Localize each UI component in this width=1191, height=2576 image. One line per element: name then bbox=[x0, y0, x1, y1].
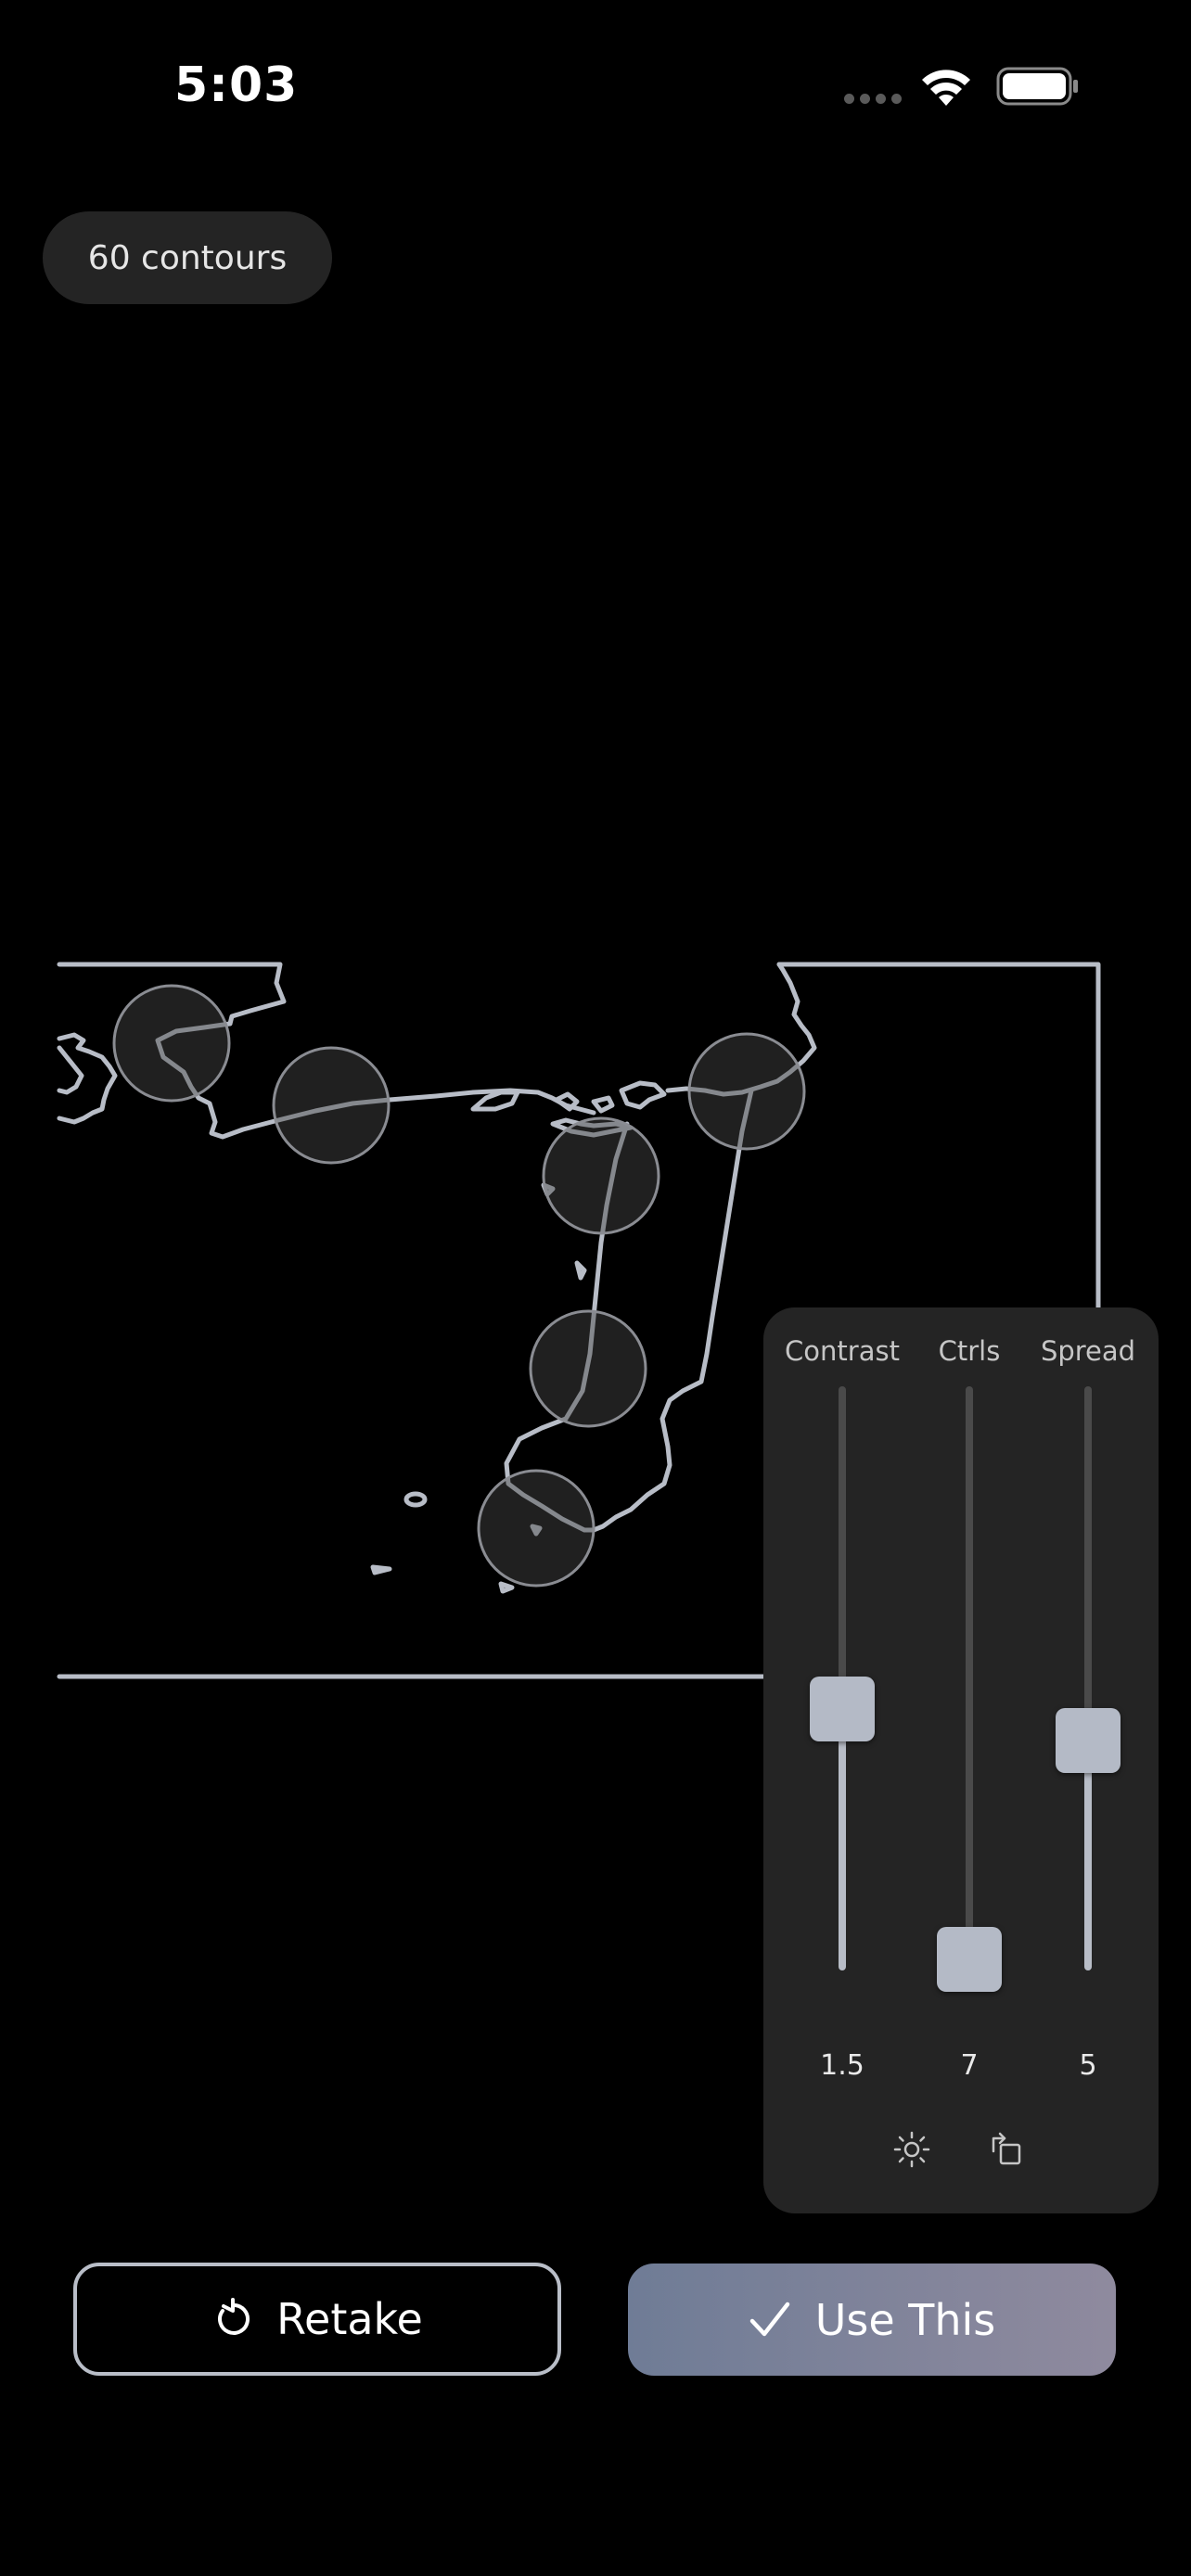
frame-right bbox=[776, 962, 1101, 1310]
status-bar: 5:03 bbox=[0, 0, 1191, 167]
control-handle bbox=[112, 984, 231, 1103]
coast-west-fragment bbox=[57, 1032, 118, 1125]
status-time: 5:03 bbox=[174, 57, 299, 113]
spread-track-fill bbox=[1084, 1741, 1092, 1970]
ctrls-track[interactable] bbox=[966, 1386, 973, 1970]
spread-label: Spread bbox=[1040, 1335, 1136, 1367]
contrast-track-fill bbox=[839, 1708, 846, 1970]
sun-icon[interactable] bbox=[891, 2129, 932, 2170]
spread-value: 5 bbox=[1079, 2049, 1097, 2082]
adjustment-panel: Contrast 1.5 Ctrls 7 Spread 5 bbox=[763, 1307, 1159, 2213]
rotate-icon[interactable] bbox=[986, 2129, 1027, 2170]
ctrls-label: Ctrls bbox=[938, 1335, 1001, 1367]
control-handle bbox=[542, 1116, 660, 1235]
contrast-slider-thumb[interactable] bbox=[810, 1677, 875, 1741]
spread-slider-thumb[interactable] bbox=[1056, 1708, 1121, 1773]
retake-icon bbox=[218, 2298, 250, 2335]
island-cluster bbox=[470, 1090, 520, 1112]
use-this-label: Use This bbox=[814, 2294, 996, 2345]
contour-count-badge: 60 contours bbox=[43, 211, 332, 304]
control-handle bbox=[477, 1469, 596, 1588]
ctrls-value: 7 bbox=[960, 2049, 979, 2082]
control-handle bbox=[529, 1309, 647, 1428]
ctrls-slider-thumb[interactable] bbox=[937, 1927, 1002, 1992]
contrast-value: 1.5 bbox=[820, 2049, 864, 2082]
control-handle bbox=[272, 1046, 391, 1165]
contrast-label: Contrast bbox=[785, 1335, 900, 1367]
coast-west-fragment-2 bbox=[57, 1045, 84, 1095]
battery-icon bbox=[996, 67, 1078, 106]
control-handle bbox=[687, 1032, 806, 1151]
checkmark-icon bbox=[749, 2302, 789, 2336]
cellular-signal-icon bbox=[844, 94, 902, 104]
wifi-icon bbox=[922, 70, 970, 106]
retake-label: Retake bbox=[276, 2294, 423, 2344]
use-this-button[interactable]: Use This bbox=[628, 2264, 1116, 2376]
retake-button[interactable]: Retake bbox=[73, 2263, 561, 2376]
